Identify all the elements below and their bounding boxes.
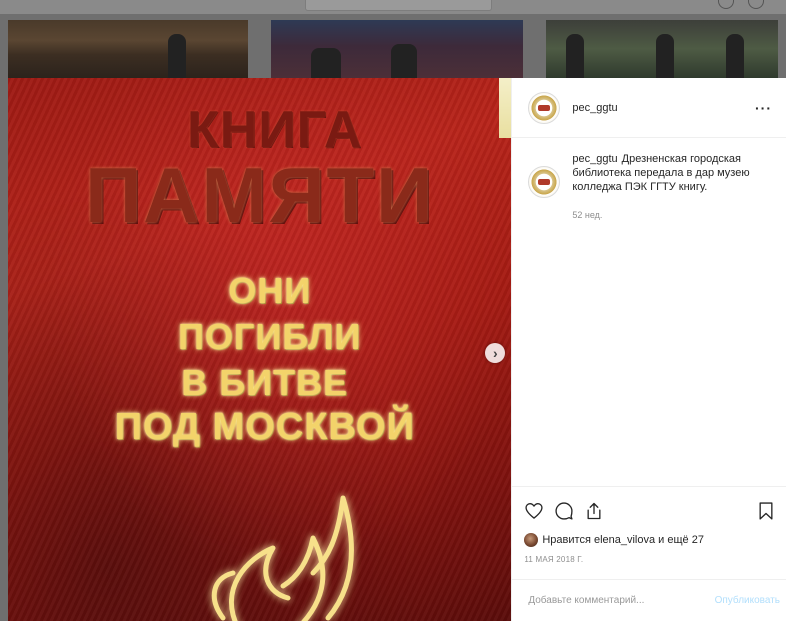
feed-thumbnail[interactable] [546,20,778,78]
comment-input[interactable] [528,595,715,606]
post-caption: pec_ggtu Дрезненская городская библиотека… [512,138,786,222]
figure-silhouette [656,34,674,78]
caption-body: pec_ggtu Дрезненская городская библиотека… [572,152,772,222]
caption-time[interactable]: 52 нед. [572,208,772,222]
post-modal: КНИГА ПАМЯТИ ОНИ ПОГИБЛИ В БИТВЕ ПОД МОС… [8,78,786,621]
profile-nav-icon[interactable] [748,0,764,9]
avatar[interactable] [528,91,561,124]
share-icon[interactable] [584,501,604,521]
flame-emblem-icon [211,495,354,621]
likes-text[interactable]: Нравится elena_vilova и ещё 27 [542,534,704,546]
cover-title-line: ПАМЯТИ [85,151,435,239]
figure-silhouette [311,48,341,78]
bookmark-icon[interactable] [756,501,776,521]
avatar[interactable] [528,166,561,198]
comment-box: Опубликовать [512,579,786,621]
post-sidebar: pec_ggtu ··· pec_ggtu Дрезненская городск… [511,78,786,621]
figure-silhouette [726,34,744,78]
figure-silhouette [391,44,417,78]
action-row [524,499,776,523]
cover-subtitle-line: ОНИ [228,270,312,311]
liker-avatar[interactable] [524,533,539,547]
feed-thumbnail[interactable] [271,20,523,78]
top-nav-icons [718,0,764,9]
page: КНИГА ПАМЯТИ ОНИ ПОГИБЛИ В БИТВЕ ПОД МОС… [0,0,786,621]
post-date[interactable]: 11 МАЯ 2018 Г. [524,555,776,564]
search-bar[interactable] [305,0,492,11]
likes-summary[interactable]: Нравится elena_vilova и ещё 27 [524,533,776,547]
chevron-right-icon[interactable]: › [485,343,506,363]
post-username[interactable]: pec_ggtu [572,102,755,114]
heart-icon[interactable] [524,501,544,521]
more-icon[interactable]: ··· [755,100,772,116]
heart-nav-icon[interactable] [718,0,734,9]
feed-thumbnail[interactable] [8,20,248,78]
cover-subtitle-line: ПОД МОСКВОЙ [114,406,415,448]
post-photo[interactable]: КНИГА ПАМЯТИ ОНИ ПОГИБЛИ В БИТВЕ ПОД МОС… [8,78,512,621]
figure-silhouette [168,34,186,78]
comment-icon[interactable] [554,501,574,521]
photo-edge-highlight [499,78,512,138]
post-header: pec_ggtu ··· [512,78,786,138]
caption-username[interactable]: pec_ggtu [572,153,617,165]
figure-silhouette [566,34,584,78]
post-actions: Нравится elena_vilova и ещё 27 11 МАЯ 20… [512,486,786,564]
cover-subtitle-line: В БИТВЕ [181,362,349,403]
publish-button[interactable]: Опубликовать [715,595,780,606]
cover-subtitle-line: ПОГИБЛИ [178,316,362,357]
